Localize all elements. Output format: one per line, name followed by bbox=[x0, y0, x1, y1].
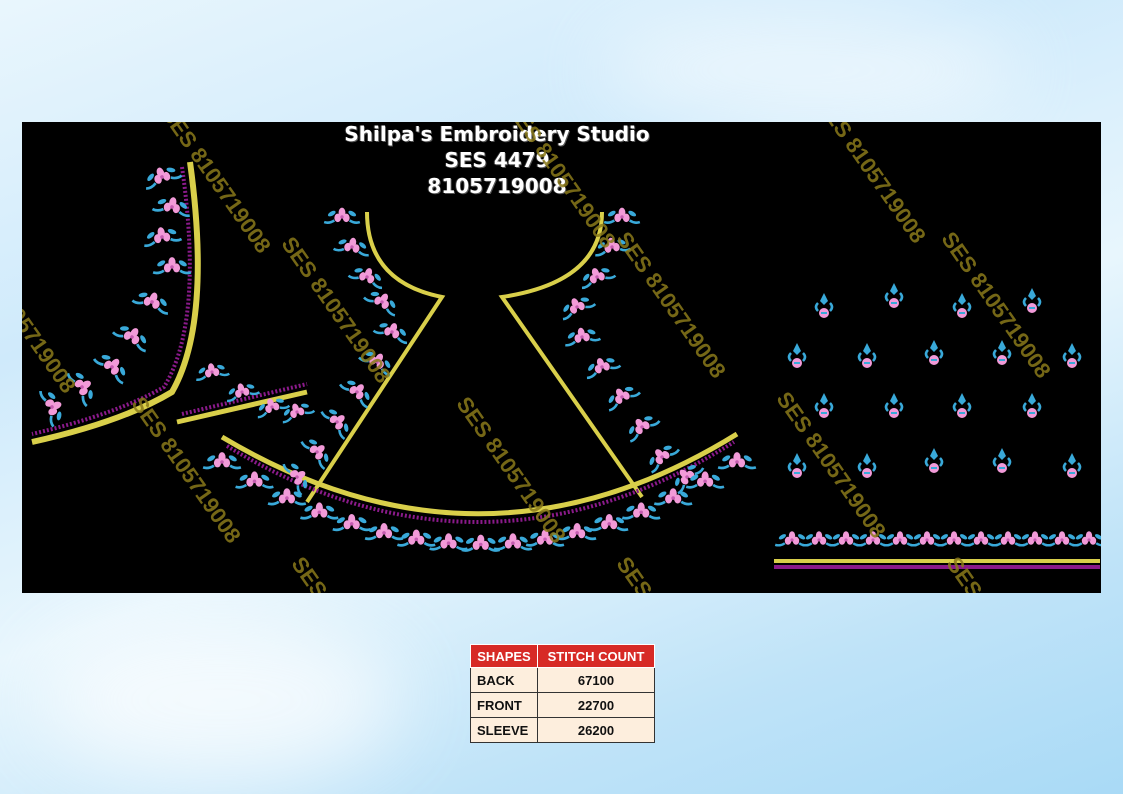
stitch-count-table: SHAPES STITCH COUNT BACK 67100 FRONT 227… bbox=[470, 644, 655, 743]
booti-motif bbox=[884, 281, 904, 310]
flower-motif bbox=[362, 283, 404, 318]
design-code: SES 4479 bbox=[444, 148, 550, 172]
flower-motif bbox=[575, 260, 617, 290]
flower-motif bbox=[882, 530, 918, 547]
booti-motif bbox=[1022, 286, 1042, 315]
flower-motif bbox=[192, 359, 231, 382]
flower-motif bbox=[130, 284, 175, 316]
stitch-count: 26200 bbox=[537, 717, 655, 743]
flower-motif bbox=[266, 486, 308, 506]
flower-motif bbox=[909, 530, 945, 547]
flower-motif bbox=[580, 350, 622, 380]
table-row: FRONT 22700 bbox=[470, 692, 655, 718]
studio-phone: 8105719008 bbox=[427, 174, 567, 198]
flower-motif bbox=[347, 260, 389, 290]
flower-motif bbox=[372, 315, 414, 345]
booti-motif bbox=[1022, 391, 1042, 420]
stitch-count: 67100 bbox=[537, 667, 655, 693]
stitch-count-header: STITCH COUNT bbox=[537, 644, 655, 668]
booti-motif bbox=[1062, 341, 1082, 370]
shapes-header: SHAPES bbox=[470, 644, 538, 668]
flower-motif bbox=[331, 512, 372, 532]
flower-motif bbox=[1070, 530, 1101, 547]
booti-motif bbox=[992, 446, 1012, 475]
booti-motif bbox=[924, 338, 944, 367]
sleeve-border-strip bbox=[774, 559, 1100, 569]
flower-motif bbox=[990, 530, 1027, 547]
table-header-row: SHAPES STITCH COUNT bbox=[470, 644, 655, 668]
flower-motif bbox=[111, 317, 155, 353]
flower-motif bbox=[363, 521, 405, 541]
booti-motif bbox=[952, 291, 972, 320]
flower-motif bbox=[201, 450, 243, 470]
booti-motif bbox=[952, 391, 972, 420]
flower-motif bbox=[716, 450, 758, 470]
flower-motif bbox=[428, 531, 469, 551]
flower-motif bbox=[801, 530, 837, 547]
shape-name: FRONT bbox=[470, 692, 538, 718]
studio-name: Shilpa's Embroidery Studio bbox=[344, 122, 650, 146]
flower-motif bbox=[602, 206, 642, 224]
booti-motif bbox=[924, 446, 944, 475]
flower-motif bbox=[234, 470, 275, 489]
flower-motif bbox=[963, 530, 999, 547]
flower-motif bbox=[555, 289, 597, 321]
flower-motif bbox=[828, 530, 864, 547]
embroidery-design-panel: Shilpa's Embroidery Studio SES 4479 8105… bbox=[22, 122, 1101, 593]
flower-motif bbox=[140, 222, 184, 248]
flower-motif bbox=[936, 530, 972, 547]
flower-motif bbox=[588, 512, 630, 532]
booti-motif bbox=[1062, 451, 1082, 480]
flower-motif bbox=[561, 323, 602, 347]
flower-motif bbox=[774, 530, 810, 547]
flower-motif bbox=[620, 407, 662, 444]
flower-motif bbox=[1017, 530, 1054, 547]
flower-motif bbox=[492, 531, 534, 551]
booti-motif bbox=[857, 341, 877, 370]
stitch-count: 22700 bbox=[537, 692, 655, 718]
booti-motif bbox=[814, 391, 834, 420]
shape-name: BACK bbox=[470, 667, 538, 693]
flower-motif bbox=[92, 345, 135, 386]
flower-motif bbox=[151, 255, 193, 275]
flower-motif bbox=[322, 206, 362, 224]
background-highlight bbox=[600, 20, 1020, 120]
booti-motif bbox=[884, 391, 904, 420]
flower-motif bbox=[139, 159, 184, 191]
flower-motif bbox=[396, 528, 437, 547]
flower-motif bbox=[600, 378, 642, 413]
booti-motif bbox=[814, 291, 834, 320]
table-row: SLEEVE 26200 bbox=[470, 717, 655, 743]
table-row: BACK 67100 bbox=[470, 667, 655, 693]
booti-motif bbox=[787, 451, 807, 480]
flower-motif bbox=[460, 533, 501, 552]
flower-motif bbox=[332, 233, 373, 257]
flower-motif bbox=[1043, 530, 1081, 547]
background-highlight bbox=[40, 620, 400, 780]
shape-name: SLEEVE bbox=[470, 717, 538, 743]
booti-motif bbox=[857, 451, 877, 480]
booti-motif bbox=[787, 341, 807, 370]
flower-motif bbox=[652, 486, 694, 506]
